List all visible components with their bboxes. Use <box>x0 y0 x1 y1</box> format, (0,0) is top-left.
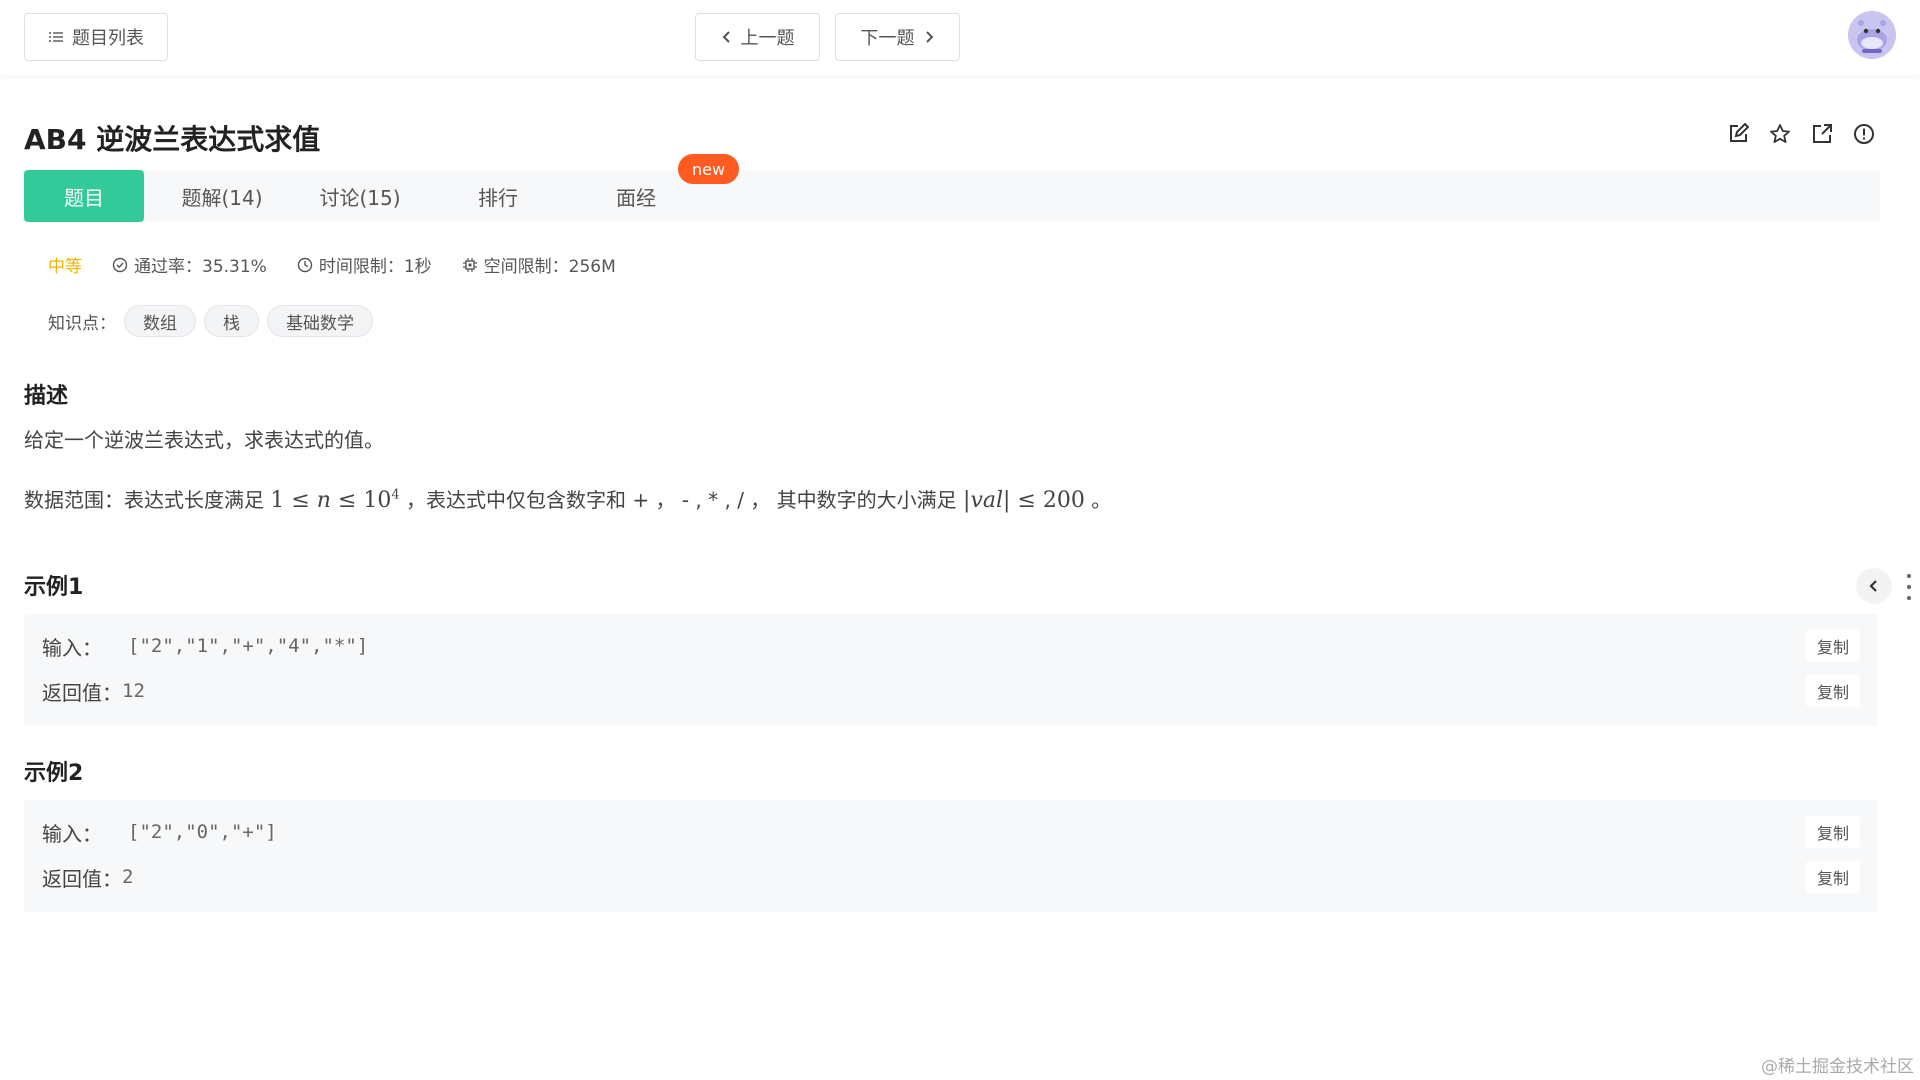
new-badge: new <box>678 154 740 184</box>
copy-input-button[interactable]: 复制 <box>1806 816 1860 848</box>
output-label: 返回值： <box>42 866 122 891</box>
input-label: 输入： <box>42 635 102 660</box>
prev-problem-button[interactable]: 上一题 <box>695 13 820 61</box>
top-bar: 题目列表 上一题 下一题 <box>0 0 1920 75</box>
tab-ranking[interactable]: 排行 <box>438 170 558 222</box>
panel-resize-handle[interactable] <box>1906 574 1912 600</box>
tab-discussion[interactable]: 讨论(15) <box>300 170 420 222</box>
knowledge-tags: 知识点： 数组 栈 基础数学 <box>48 305 373 337</box>
output-label: 返回值： <box>42 680 122 705</box>
watermark: @稀土掘金技术社区 <box>1761 1057 1914 1077</box>
prev-problem-label: 上一题 <box>740 28 795 49</box>
problem-list-label: 题目列表 <box>72 28 144 49</box>
range-suffix: 。 <box>1091 488 1112 512</box>
tab-problem[interactable]: 题目 <box>24 170 144 222</box>
pass-rate-text: 通过率：35.31% <box>134 257 267 277</box>
time-limit-text: 时间限制：1秒 <box>318 257 432 277</box>
copy-input-button[interactable]: 复制 <box>1806 630 1860 662</box>
list-icon <box>49 32 63 42</box>
input-label: 输入： <box>42 821 102 846</box>
range-formula-n: 1 ≤ n ≤ 104 <box>270 487 400 513</box>
example-2-input: ["2","0","+"] <box>128 821 277 843</box>
example-2-heading: 示例2 <box>24 761 84 786</box>
tab-interview[interactable]: 面经 <box>576 170 696 222</box>
tag-basic-math[interactable]: 基础数学 <box>267 305 373 337</box>
description-text: 给定一个逆波兰表达式，求表达式的值。 <box>24 428 384 452</box>
example-2-input-row: 输入： ["2","0","+"] <box>42 817 277 847</box>
chevron-left-icon <box>722 31 730 43</box>
example-2-box: 输入： ["2","0","+"] 返回值： 2 复制 复制 <box>24 800 1878 912</box>
range-mid: ，表达式中仅包含数字和 + ， - , * , / ， 其中数字的大小满足 <box>406 488 964 512</box>
copy-output-button[interactable]: 复制 <box>1806 861 1860 893</box>
copy-output-button[interactable]: 复制 <box>1806 675 1860 707</box>
chip-icon <box>462 257 477 272</box>
tab-solutions[interactable]: 题解(14) <box>162 170 282 222</box>
edit-icon[interactable] <box>1726 122 1750 146</box>
problem-list-button[interactable]: 题目列表 <box>24 13 168 61</box>
example-2-output: 2 <box>122 866 134 888</box>
problem-meta: 中等 通过率：35.31% 时间限制：1秒 空间限制：256M <box>48 252 616 277</box>
title-toolbar <box>1726 122 1876 146</box>
collapse-panel-button[interactable] <box>1856 568 1892 604</box>
avatar[interactable] <box>1848 11 1896 59</box>
range-prefix: 数据范围：表达式长度满足 <box>24 488 271 512</box>
clock-icon <box>297 257 313 272</box>
problem-tabs: 题目 题解(14) 讨论(15) 排行 面经 new <box>24 154 1880 222</box>
page-title: AB4 逆波兰表达式求值 <box>24 123 321 156</box>
share-icon[interactable] <box>1810 122 1834 146</box>
chevron-right-icon <box>925 31 933 43</box>
tag-stack[interactable]: 栈 <box>204 305 259 337</box>
pass-rate: 通过率：35.31% <box>112 252 267 277</box>
example-1-input-row: 输入： ["2","1","+","4","*"] <box>42 631 368 661</box>
example-1-heading: 示例1 <box>24 575 84 600</box>
hippo-avatar-icon <box>1848 11 1896 59</box>
next-problem-button[interactable]: 下一题 <box>835 13 960 61</box>
next-problem-label: 下一题 <box>860 28 915 49</box>
description-heading: 描述 <box>24 384 69 409</box>
tag-array[interactable]: 数组 <box>124 305 196 337</box>
check-circle-icon <box>112 257 128 272</box>
example-1-input: ["2","1","+","4","*"] <box>128 635 369 657</box>
example-1-output: 12 <box>122 680 145 702</box>
data-range-text: 数据范围：表达式长度满足 1 ≤ n ≤ 104 ，表达式中仅包含数字和 + ，… <box>24 484 1111 513</box>
difficulty-badge: 中等 <box>48 257 82 277</box>
chevron-left-icon <box>1869 580 1877 592</box>
example-1-output-row: 返回值： 12 <box>42 676 145 706</box>
range-formula-val: |val| ≤ 200 <box>963 488 1085 513</box>
time-limit: 时间限制：1秒 <box>297 252 432 277</box>
report-icon[interactable] <box>1852 122 1876 146</box>
space-limit-text: 空间限制：256M <box>483 257 616 277</box>
space-limit: 空间限制：256M <box>462 252 616 277</box>
example-1-box: 输入： ["2","1","+","4","*"] 返回值： 12 复制 复制 <box>24 614 1878 726</box>
star-icon[interactable] <box>1768 122 1792 146</box>
knowledge-label: 知识点： <box>48 313 116 334</box>
example-2-output-row: 返回值： 2 <box>42 862 133 892</box>
